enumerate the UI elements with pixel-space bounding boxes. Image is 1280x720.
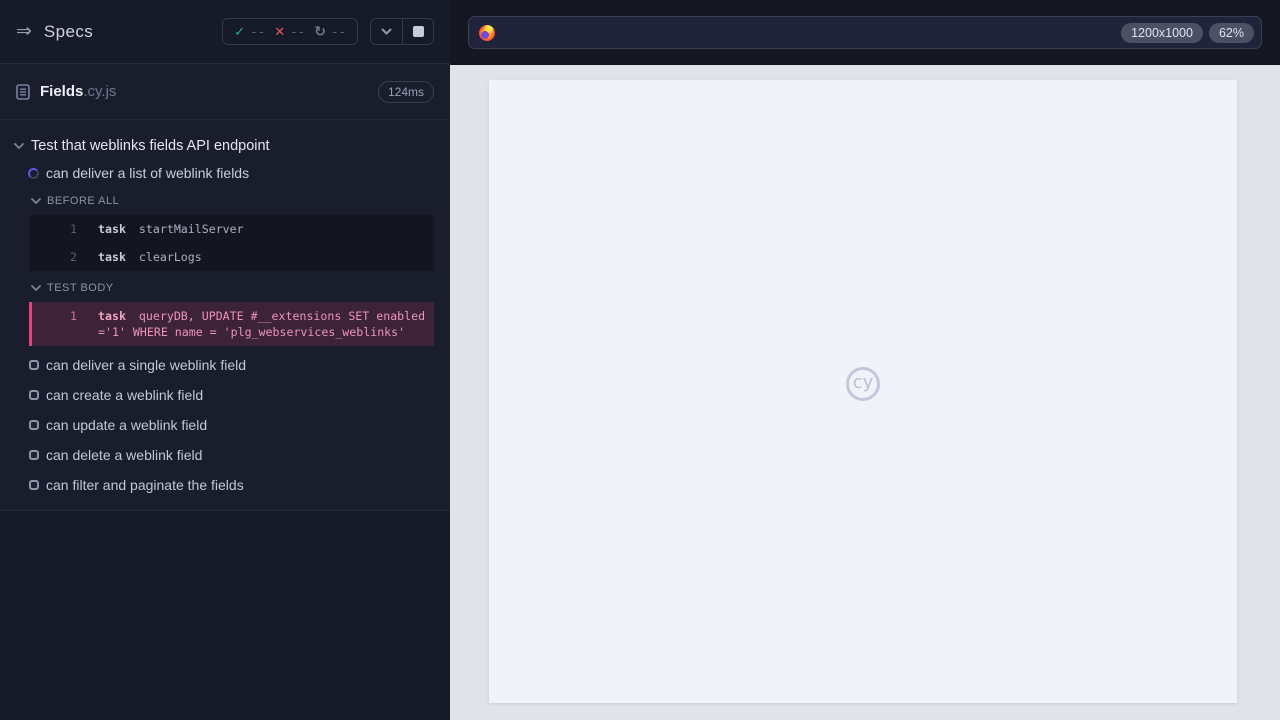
test-tree: Test that weblinks fields API endpoint c… [0, 120, 450, 500]
test-stats: ✓ -- ✕ -- ↻ -- [222, 18, 358, 45]
before-all-command-list: 1 task startMailServer 2 task clearLogs [29, 215, 434, 271]
testing-preferences-button[interactable] [371, 19, 402, 44]
suite-title: Test that weblinks fields API endpoint [31, 138, 270, 154]
specs-title: Specs [43, 21, 94, 41]
viewport-size-badge: 1200x1000 [1121, 22, 1203, 43]
pending-test-row[interactable]: can deliver a single weblink field [0, 350, 450, 380]
chevron-down-icon [14, 143, 24, 149]
url-bar[interactable]: 1200x1000 62% [468, 16, 1262, 49]
spec-header[interactable]: Fields .cy.js 124ms [0, 64, 450, 120]
test-title: can update a weblink field [46, 417, 208, 433]
passed-icon: ✓ [234, 23, 246, 39]
aut-viewport[interactable]: cy [489, 80, 1237, 703]
pending-test-icon [29, 390, 39, 400]
spec-duration-badge: 124ms [377, 80, 434, 103]
pending-count: -- [330, 24, 346, 39]
reporter-sidebar: ⇒ Specs ✓ -- ✕ -- ↻ -- Fields .cy.js 124… [0, 0, 450, 720]
pending-test-row[interactable]: can filter and paginate the fields [0, 470, 450, 500]
pending-test-row[interactable]: can create a weblink field [0, 380, 450, 410]
cypress-watermark-icon: cy [846, 366, 880, 401]
url-input[interactable] [503, 25, 1114, 40]
suite-row[interactable]: Test that weblinks fields API endpoint [0, 134, 450, 158]
spec-file-icon [16, 83, 30, 100]
stat-failed: ✕ -- [274, 24, 305, 40]
command-number: 2 [70, 250, 77, 264]
pending-test-icon [29, 420, 39, 430]
run-controls [370, 18, 434, 45]
before-all-section-row[interactable]: BEFORE ALL [0, 188, 450, 213]
firefox-icon [479, 24, 495, 41]
command-number: 1 [70, 309, 77, 323]
stat-passed: ✓ -- [234, 24, 265, 40]
command-row-highlighted[interactable]: 1 task queryDB, UPDATE #__extensions SET … [29, 302, 434, 346]
pending-test-icon [29, 480, 39, 490]
pending-test-icon [29, 450, 39, 460]
test-title: can deliver a list of weblink fields [46, 165, 250, 181]
failed-icon: ✕ [274, 23, 286, 39]
command-row[interactable]: 2 task clearLogs [29, 243, 434, 271]
pending-test-row[interactable]: can update a weblink field [0, 410, 450, 440]
spec-name: Fields [40, 83, 84, 100]
command-number: 1 [70, 222, 77, 236]
spec-extension: .cy.js [83, 83, 117, 100]
chevron-down-icon [31, 285, 41, 291]
test-body-command-list: 1 task queryDB, UPDATE #__extensions SET … [29, 302, 434, 346]
viewport-scale-badge: 62% [1208, 22, 1254, 43]
command-method: task [98, 222, 126, 236]
running-spinner-icon [28, 167, 39, 179]
command-method: task [98, 250, 126, 264]
chevron-down-icon [31, 198, 41, 204]
running-test-row[interactable]: can deliver a list of weblink fields [0, 158, 450, 188]
section-label: TEST BODY [47, 282, 114, 294]
pending-test-icon [29, 360, 39, 370]
failed-count: -- [290, 24, 306, 39]
runner-pane: 1200x1000 62% cy [450, 0, 1280, 720]
runner-header: 1200x1000 62% [450, 0, 1280, 65]
command-message: queryDB, UPDATE #__extensions SET enable… [98, 309, 426, 339]
section-label: BEFORE ALL [47, 195, 120, 207]
command-message: startMailServer [138, 222, 244, 236]
command-row[interactable]: 1 task startMailServer [29, 215, 434, 243]
spec-panel: Fields .cy.js 124ms Test that weblinks fi… [0, 64, 450, 511]
test-body-section-row[interactable]: TEST BODY [0, 275, 450, 300]
chevron-down-icon [381, 28, 392, 35]
stop-icon [412, 26, 424, 37]
pending-test-row[interactable]: can delete a weblink field [0, 440, 450, 470]
pending-icon: ↻ [314, 23, 326, 39]
aut-area: cy [450, 65, 1280, 720]
stat-pending: ↻ -- [314, 23, 346, 40]
test-title: can filter and paginate the fields [46, 477, 244, 493]
command-method: task [98, 309, 126, 323]
specs-list-toggle-icon[interactable]: ⇒ [16, 22, 32, 41]
test-title: can create a weblink field [46, 387, 204, 403]
test-title: can deliver a single weblink field [46, 357, 246, 373]
passed-count: -- [250, 24, 266, 39]
stop-run-button[interactable] [402, 19, 433, 44]
test-title: can delete a weblink field [46, 447, 203, 463]
reporter-header: ⇒ Specs ✓ -- ✕ -- ↻ -- [0, 0, 450, 64]
command-message: clearLogs [138, 250, 202, 264]
